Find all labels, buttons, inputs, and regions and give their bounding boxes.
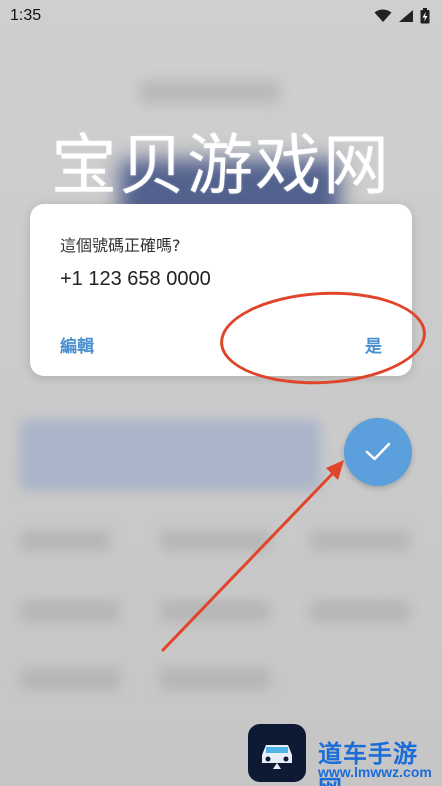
site-logo-url: www.lmwwz.com (318, 764, 432, 780)
annotation-arrow (161, 460, 344, 652)
site-logo-icon (248, 724, 306, 782)
